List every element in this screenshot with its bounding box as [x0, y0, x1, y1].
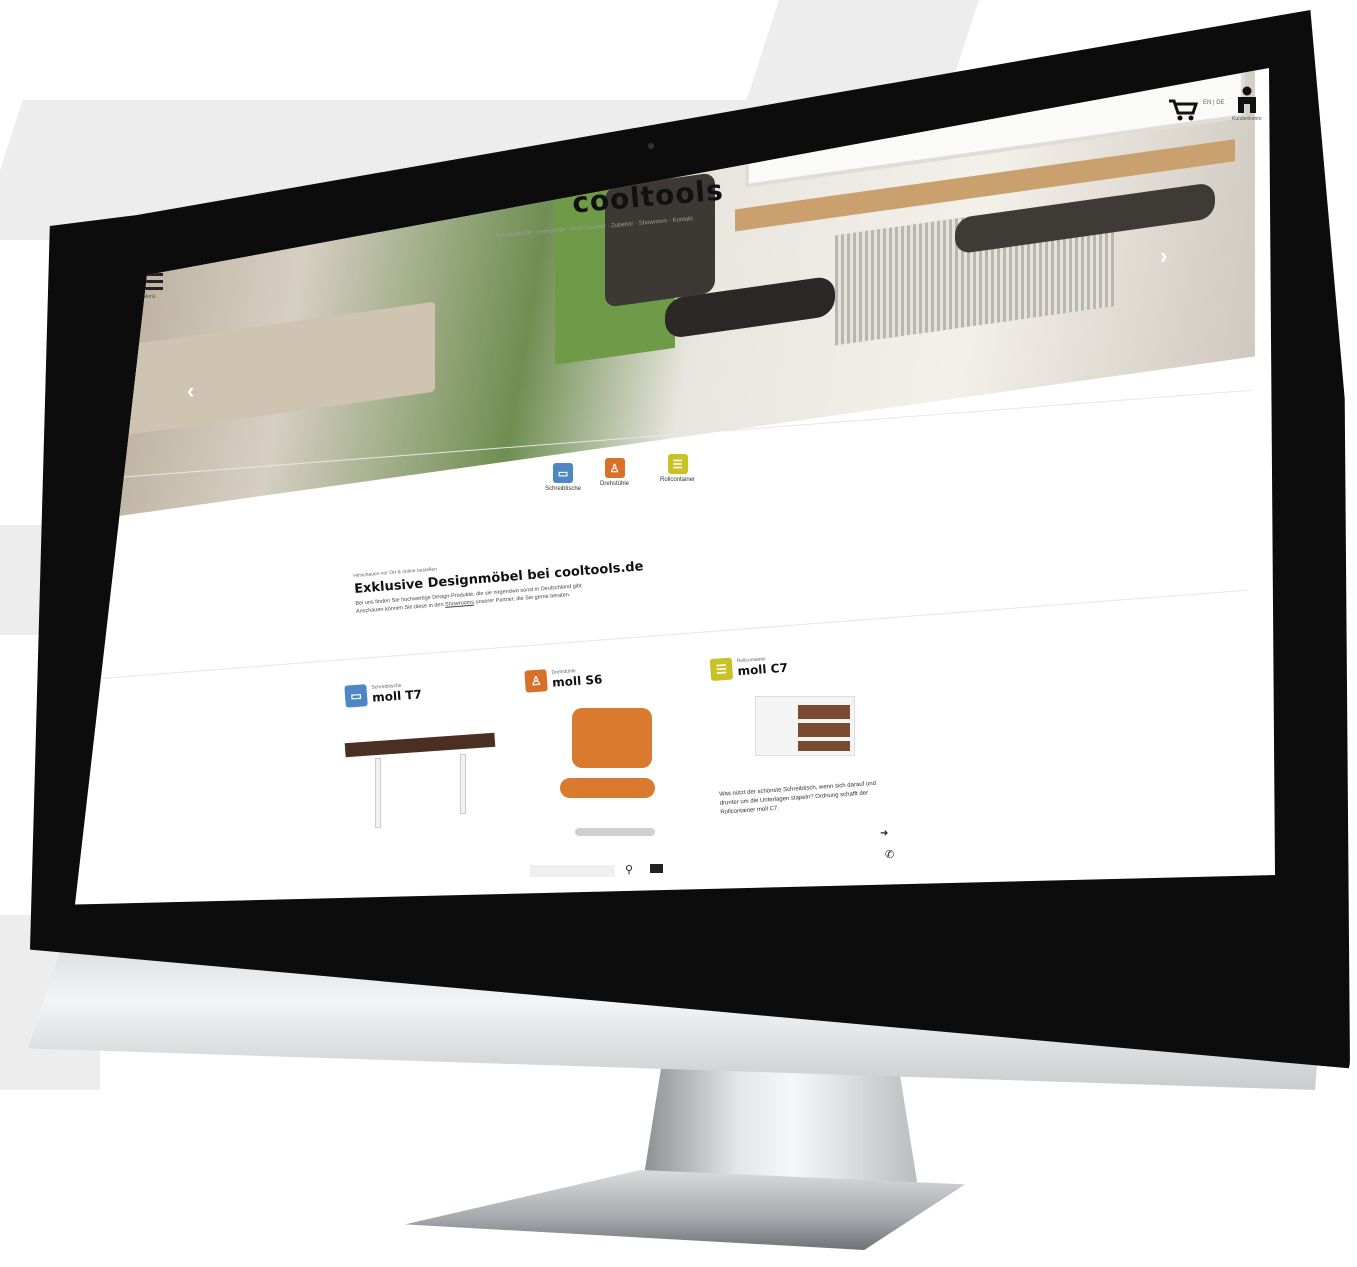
category-schreibtische[interactable]: ▭ Schreibtische	[545, 463, 581, 492]
product-name: moll T7	[371, 687, 423, 705]
product-description: Was nützt der schönste Schreibtisch, wen…	[718, 780, 877, 816]
more-arrow-icon[interactable]: ➜	[880, 828, 888, 839]
product-name: moll C7	[737, 660, 789, 679]
category-label: Schreibtische	[545, 486, 582, 492]
product-image-desk-leg	[460, 754, 466, 814]
product-image-container[interactable]	[755, 696, 855, 756]
monitor-stand-base	[405, 1170, 965, 1250]
slider-prev-icon[interactable]: ‹	[187, 378, 194, 404]
mail-icon[interactable]	[650, 864, 663, 873]
account-label: Kundenkonto	[1232, 116, 1262, 122]
slider-next-icon[interactable]: ›	[1160, 243, 1167, 269]
category-label: Rollcontainer	[660, 477, 696, 483]
category-rollcontainer[interactable]: ☰ Rollcontainer	[660, 454, 695, 483]
camera-icon	[648, 143, 654, 149]
hero-table	[125, 301, 435, 436]
showrooms-link[interactable]: Showrooms	[445, 600, 474, 608]
chair-icon: ♙	[604, 458, 625, 478]
chair-icon: ♙	[524, 669, 548, 693]
product-card-moll-t7[interactable]: ▭ Schreibtische moll T7	[344, 680, 423, 708]
section-divider	[99, 589, 1247, 679]
desk-icon: ▭	[344, 684, 368, 708]
phone-icon[interactable]: ✆	[885, 848, 894, 861]
product-image-desk[interactable]	[344, 732, 496, 758]
product-name: moll S6	[551, 672, 603, 690]
container-drawer	[798, 723, 850, 737]
category-drehstuehle[interactable]: ♙ Drehstühle	[600, 458, 629, 487]
product-card-moll-s6[interactable]: ♙ Drehstühle moll S6	[524, 665, 603, 693]
search-input[interactable]	[530, 865, 615, 877]
language-switch[interactable]: EN | DE	[1203, 100, 1225, 106]
cart-icon[interactable]	[1168, 98, 1198, 122]
container-icon: ☰	[709, 657, 734, 682]
account-icon[interactable]	[1235, 86, 1259, 114]
container-drawer	[798, 741, 850, 751]
container-icon: ☰	[667, 454, 688, 474]
product-image-chair-seat	[560, 778, 655, 798]
category-label: Drehstühle	[600, 481, 630, 487]
search-icon[interactable]: ⚲	[625, 863, 633, 876]
container-drawer	[798, 705, 850, 719]
intro-section: Hinschauen vor Ort & online bestellen Ex…	[353, 548, 675, 616]
desk-icon: ▭	[553, 463, 574, 483]
menu-label: Menü	[143, 294, 156, 300]
product-image-desk-leg	[375, 758, 381, 828]
product-image-chair[interactable]	[572, 708, 652, 768]
product-image-chair-base	[575, 828, 655, 836]
